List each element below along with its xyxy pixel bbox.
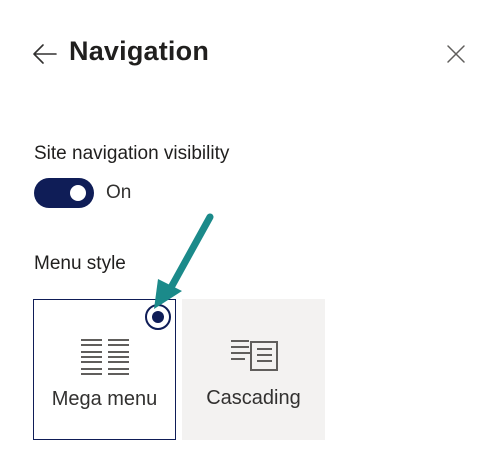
toggle-knob: [70, 185, 86, 201]
site-navigation-toggle[interactable]: [34, 178, 94, 208]
menu-style-option-cascading[interactable]: Cascading: [182, 299, 325, 440]
menu-style-option-mega-menu[interactable]: Mega menu: [33, 299, 176, 440]
arrow-left-icon: [33, 44, 57, 64]
back-button[interactable]: [30, 40, 60, 68]
close-button[interactable]: [444, 42, 468, 66]
panel-title: Navigation: [69, 36, 210, 66]
menu-style-label: Menu style: [34, 253, 126, 274]
cascading-label: Cascading: [206, 387, 301, 409]
selected-radio-icon: [145, 304, 171, 330]
site-navigation-toggle-row: On: [34, 178, 131, 208]
radio-dot: [152, 311, 164, 323]
toggle-state-text: On: [106, 182, 132, 203]
site-navigation-visibility-label: Site navigation visibility: [34, 143, 230, 164]
mega-menu-label: Mega menu: [51, 388, 158, 410]
cascading-menu-icon: [230, 340, 278, 371]
navigation-panel: Navigation Site navigation visibility On…: [0, 0, 501, 474]
close-icon: [447, 45, 465, 63]
mega-menu-icon: [80, 339, 129, 375]
